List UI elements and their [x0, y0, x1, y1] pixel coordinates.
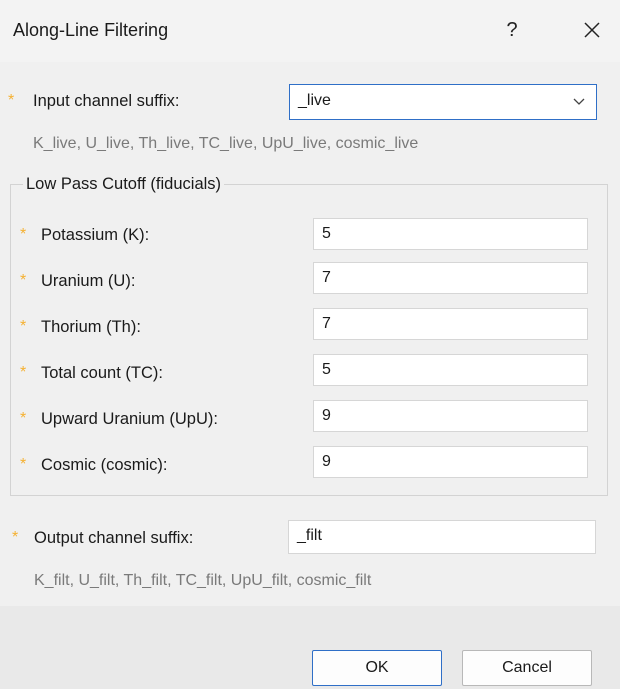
help-button[interactable]: ?	[495, 12, 529, 48]
required-star: *	[20, 410, 27, 427]
input-channel-value: _live	[298, 92, 331, 109]
required-star: *	[8, 92, 15, 109]
thorium-label: Thorium (Th):	[41, 318, 141, 336]
chevron-down-icon	[573, 98, 585, 105]
potassium-label: Potassium (K):	[41, 226, 150, 244]
upward-uranium-label: Upward Uranium (UpU):	[41, 410, 218, 428]
close-icon	[584, 22, 600, 38]
lowpass-group-title: Low Pass Cutoff (fiducials)	[23, 175, 225, 194]
thorium-field[interactable]: 7	[313, 308, 588, 340]
dialog-content: * Input channel suffix: _live K_live, U_…	[0, 62, 620, 606]
dialog-footer: OK Cancel	[0, 606, 620, 689]
output-channel-hint: K_filt, U_filt, Th_filt, TC_filt, UpU_fi…	[34, 572, 372, 589]
upward-uranium-field[interactable]: 9	[313, 400, 588, 432]
output-channel-label: Output channel suffix:	[34, 529, 194, 547]
input-channel-hint: K_live, U_live, Th_live, TC_live, UpU_li…	[33, 135, 419, 152]
uranium-field[interactable]: 7	[313, 262, 588, 294]
required-star: *	[20, 226, 27, 243]
cosmic-label: Cosmic (cosmic):	[41, 456, 168, 474]
output-channel-field[interactable]: _filt	[288, 520, 596, 554]
input-channel-combobox[interactable]: _live	[289, 84, 597, 120]
required-star: *	[20, 272, 27, 289]
input-channel-label: Input channel suffix:	[33, 92, 180, 110]
cancel-button[interactable]: Cancel	[462, 650, 592, 686]
total-count-label: Total count (TC):	[41, 364, 163, 382]
required-star: *	[20, 456, 27, 473]
required-star: *	[12, 529, 19, 546]
title-bar: Along-Line Filtering ?	[0, 0, 620, 62]
uranium-label: Uranium (U):	[41, 272, 136, 290]
dialog-title: Along-Line Filtering	[13, 20, 169, 40]
required-star: *	[20, 318, 27, 335]
total-count-field[interactable]: 5	[313, 354, 588, 386]
cosmic-field[interactable]: 9	[313, 446, 588, 478]
close-button[interactable]	[572, 12, 612, 48]
ok-button[interactable]: OK	[312, 650, 442, 686]
required-star: *	[20, 364, 27, 381]
potassium-field[interactable]: 5	[313, 218, 588, 250]
